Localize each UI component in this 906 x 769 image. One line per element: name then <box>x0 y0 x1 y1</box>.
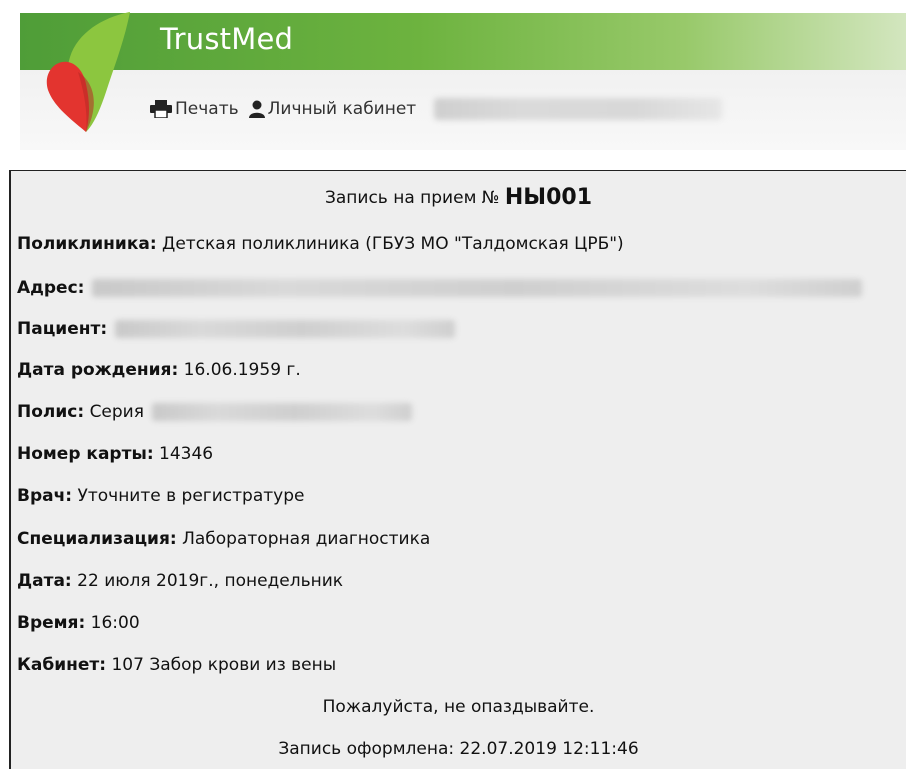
spec-row: Специализация: Лабораторная диагностика <box>17 524 430 554</box>
appointment-card: Запись на прием № НЫ001 Поликлиника: Дет… <box>9 170 906 769</box>
clinic-value: Детская поликлиника (ГБУЗ МО "Талдомская… <box>162 234 624 254</box>
notice-text: Пожалуйста, не опаздывайте. <box>322 697 595 717</box>
printer-icon <box>150 100 172 118</box>
room-label: Кабинет: <box>17 655 107 675</box>
clinic-label: Поликлиника: <box>17 234 157 254</box>
policy-label: Полис: <box>17 402 85 422</box>
brand-bar <box>20 13 906 70</box>
brand-title: TrustMed <box>160 22 294 56</box>
spec-value: Лабораторная диагностика <box>182 529 431 549</box>
birth-label: Дата рождения: <box>17 360 179 380</box>
spec-label: Специализация: <box>17 529 177 549</box>
user-icon <box>248 100 265 118</box>
created-value: 22.07.2019 12:11:46 <box>459 739 639 759</box>
room-value: 107 Забор крови из вены <box>111 655 337 675</box>
header: TrustMed Печать Личный кабинет <box>0 0 906 160</box>
trustmed-logo <box>46 12 130 133</box>
date-label: Дата: <box>17 571 72 591</box>
created-row: Запись оформлена: 22.07.2019 12:11:46 <box>11 734 906 764</box>
personal-cabinet-link[interactable]: Личный кабинет <box>248 99 417 119</box>
policy-value: Серия <box>89 402 144 422</box>
date-value: 22 июля 2019г., понедельник <box>77 571 344 591</box>
patient-row: Пациент: <box>17 314 456 344</box>
patient-label: Пациент: <box>17 319 108 339</box>
appointment-title: Запись на прием № НЫ001 <box>11 183 906 213</box>
title-prefix: Запись на прием № <box>324 188 500 208</box>
clinic-row: Поликлиника: Детская поликлиника (ГБУЗ М… <box>17 229 624 259</box>
address-row: Адрес: <box>17 273 863 303</box>
time-value: 16:00 <box>90 613 140 633</box>
print-label: Печать <box>175 99 239 119</box>
address-label: Адрес: <box>17 278 85 298</box>
cabinet-label: Личный кабинет <box>267 99 417 119</box>
date-row: Дата: 22 июля 2019г., понедельник <box>17 566 343 596</box>
created-label: Запись оформлена: <box>278 739 455 759</box>
appointment-number: НЫ001 <box>504 185 593 210</box>
patient-redacted <box>115 320 456 338</box>
room-row: Кабинет: 107 Забор крови из вены <box>17 650 336 680</box>
user-info-redacted <box>434 98 723 120</box>
birth-value: 16.06.1959 г. <box>183 360 301 380</box>
doctor-row: Врач: Уточните в регистратуре <box>17 481 304 511</box>
card-row: Номер карты: 14346 <box>17 439 213 469</box>
toolbar: Печать Личный кабинет <box>150 96 723 122</box>
time-row: Время: 16:00 <box>17 608 140 638</box>
card-label: Номер карты: <box>17 444 154 464</box>
policy-row: Полис: Серия <box>17 397 412 427</box>
print-button[interactable]: Печать <box>150 99 239 119</box>
address-redacted <box>92 279 863 297</box>
card-value: 14346 <box>159 444 214 464</box>
birth-row: Дата рождения: 16.06.1959 г. <box>17 355 301 385</box>
time-label: Время: <box>17 613 86 633</box>
policy-redacted <box>151 403 412 421</box>
doctor-value: Уточните в регистратуре <box>77 486 305 506</box>
doctor-label: Врач: <box>17 486 73 506</box>
